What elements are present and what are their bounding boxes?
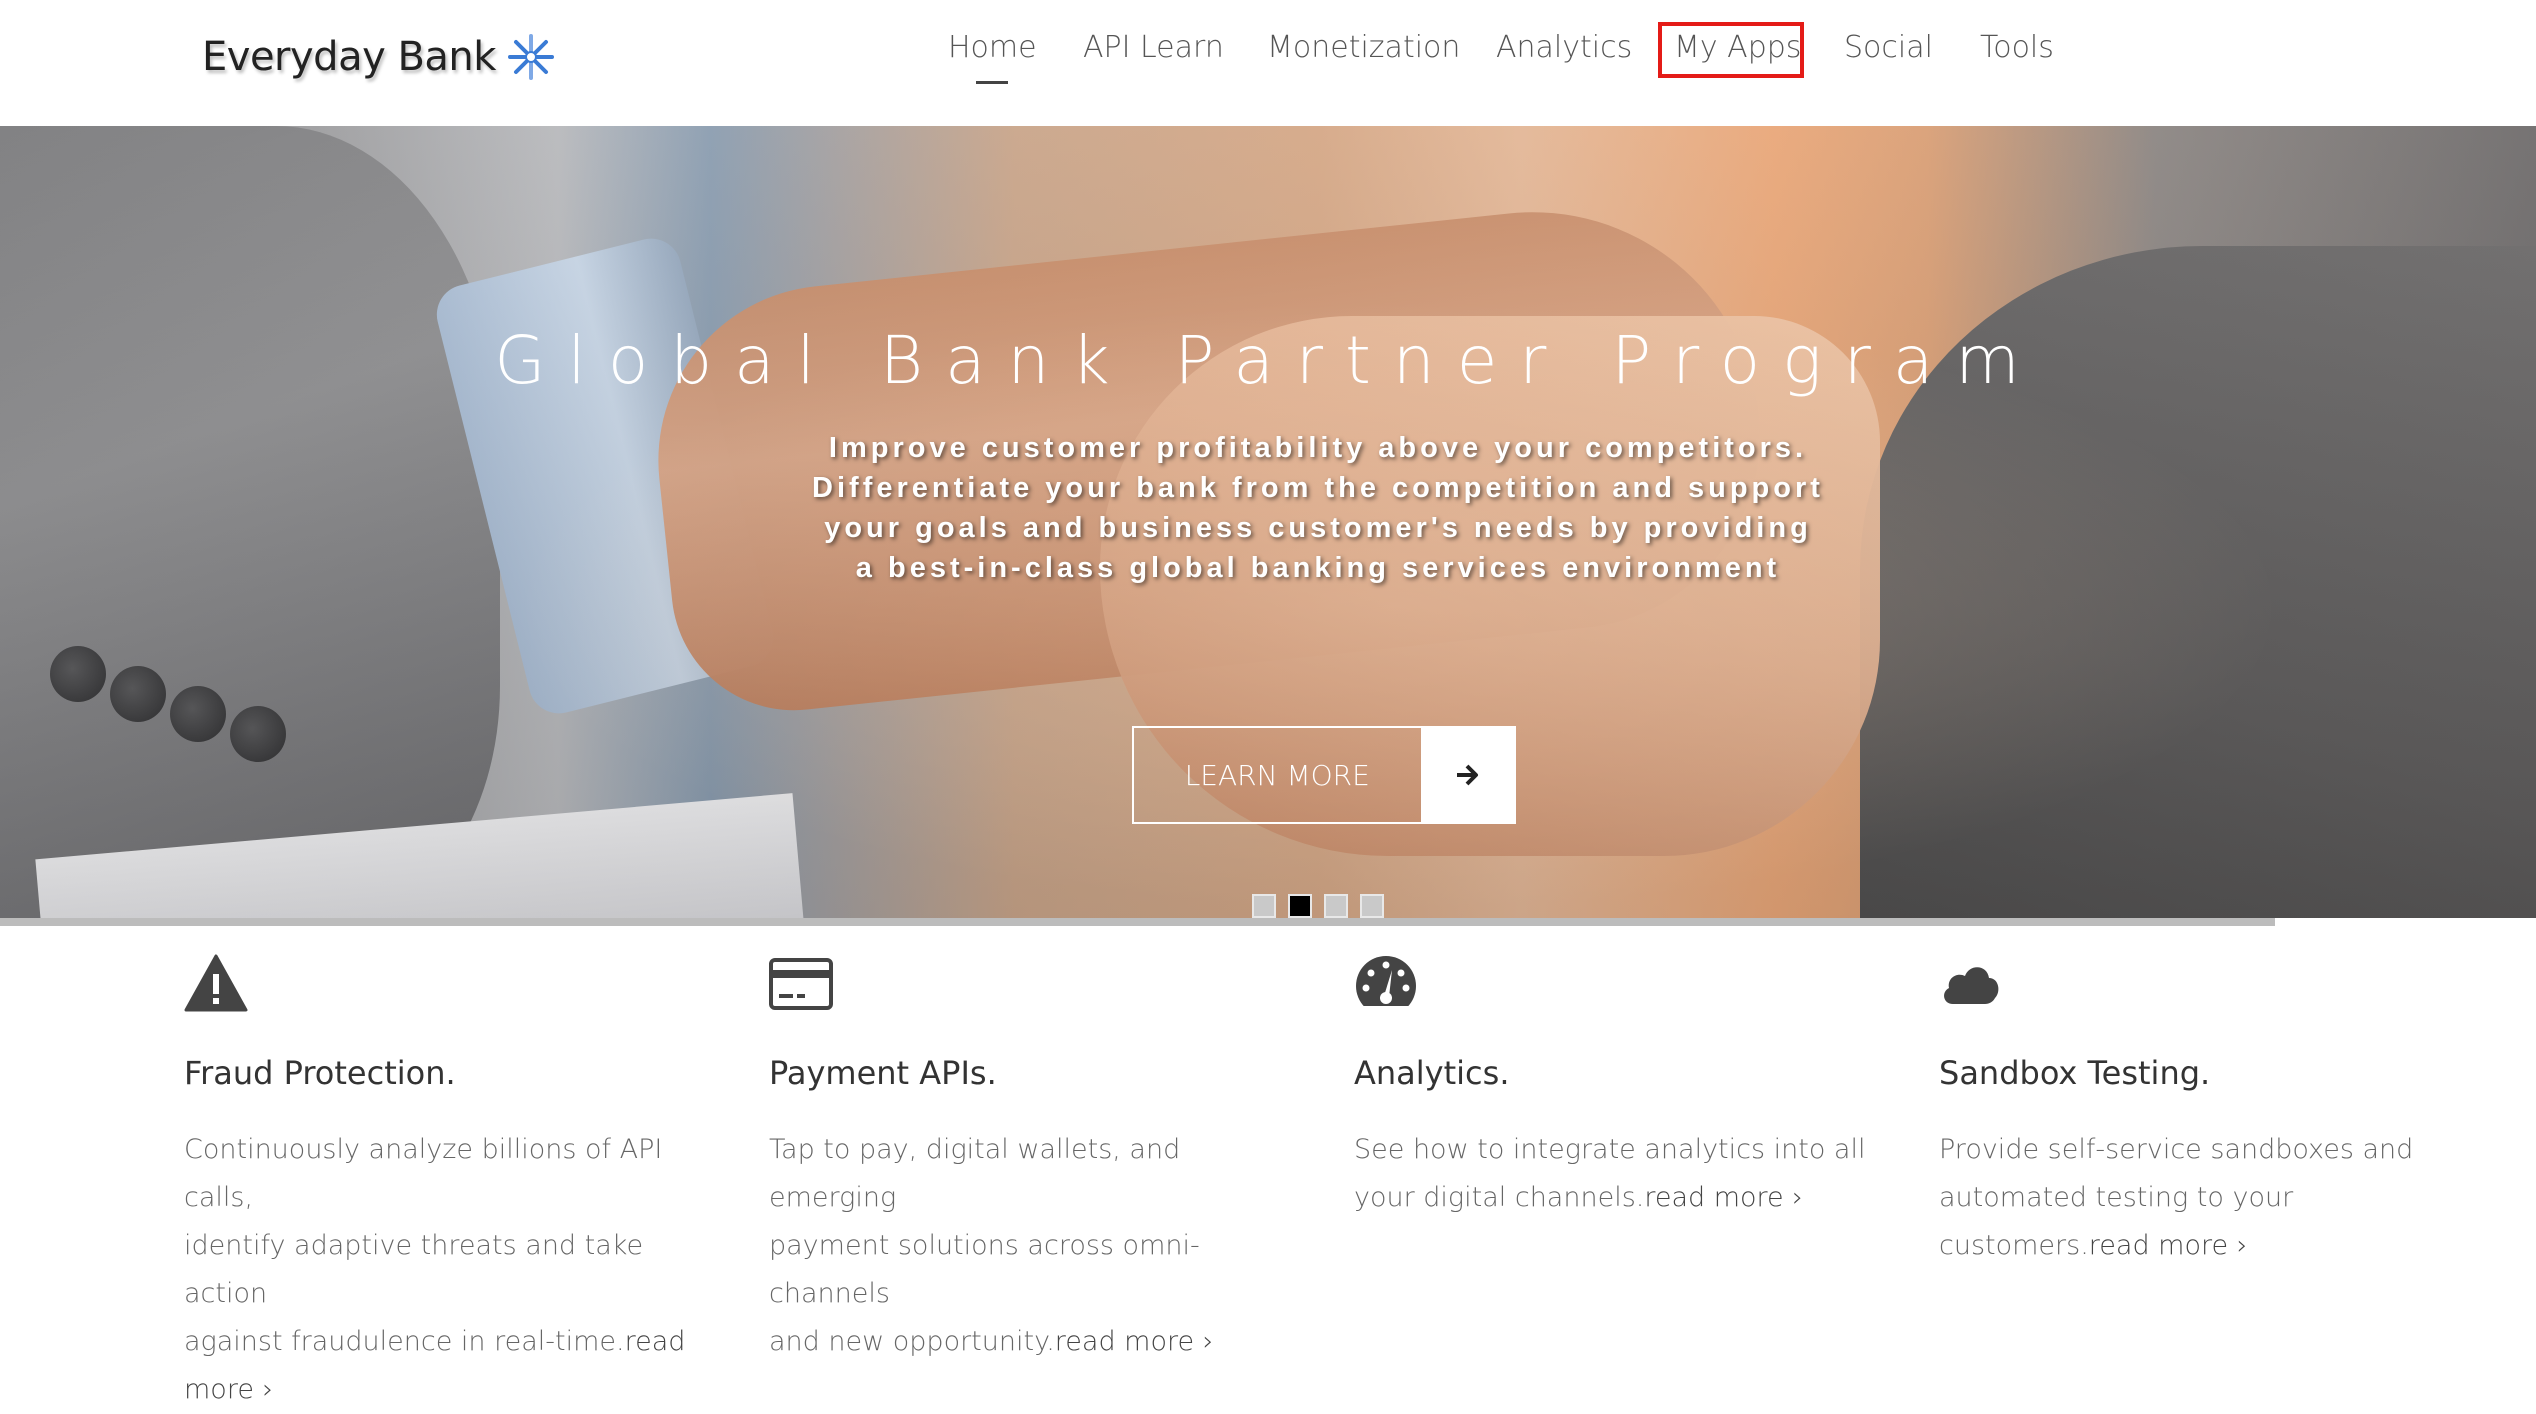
carousel-dot-2[interactable]	[1288, 894, 1312, 918]
carousel-progress-fill	[0, 918, 2275, 926]
learn-more-button[interactable]: LEARN MORE	[1132, 726, 1516, 824]
nav-item-analytics[interactable]: Analytics	[1484, 22, 1644, 78]
feature-title: Sandbox Testing.	[1939, 1054, 2211, 1092]
hero-carousel: Global Bank Partner Program Improve cust…	[0, 126, 2536, 926]
nav-item-tools[interactable]: Tools	[1968, 22, 2066, 78]
read-more-link[interactable]: read more ›	[1055, 1326, 1214, 1357]
feature-description-line: payment solutions across omni-channels	[769, 1230, 1200, 1309]
hero-title: Global Bank Partner Program	[494, 322, 2042, 399]
feature-description-line: identify adaptive threats and take actio…	[184, 1230, 644, 1309]
features-section: Fraud Protection. Continuously analyze b…	[0, 926, 2536, 1405]
feature-description-line: against fraudulence in real-time.	[184, 1326, 625, 1357]
feature-description: See how to integrate analytics into all …	[1354, 1126, 1874, 1222]
feature-description-line: Tap to pay, digital wallets, and emergin…	[769, 1134, 1181, 1213]
carousel-indicators	[1252, 894, 1384, 918]
hero-description-line: Improve customer profitability above you…	[828, 432, 1808, 464]
star-burst-icon	[507, 34, 554, 80]
carousel-dot-3[interactable]	[1324, 894, 1348, 918]
feature-description: Continuously analyze billions of API cal…	[184, 1126, 704, 1414]
cloud-icon	[1944, 967, 1999, 1004]
speedometer-icon	[1354, 956, 1418, 1016]
hero-description-line: Differentiate your bank from the competi…	[812, 472, 1824, 504]
feature-title: Payment APIs.	[769, 1054, 997, 1092]
brand-name: Everyday Bank	[202, 34, 496, 80]
carousel-dot-4[interactable]	[1360, 894, 1384, 918]
carousel-progress-track	[0, 918, 2536, 926]
arrow-right-icon	[1420, 726, 1516, 824]
nav-item-monetization[interactable]: Monetization	[1255, 22, 1472, 78]
feature-description-line: your digital channels.	[1354, 1182, 1645, 1213]
nav-item-home[interactable]: Home	[936, 22, 1049, 84]
feature-description: Tap to pay, digital wallets, and emergin…	[769, 1126, 1289, 1366]
warning-triangle-icon	[184, 954, 248, 1012]
feature-title: Fraud Protection.	[184, 1054, 456, 1092]
brand-logo-link[interactable]: Everyday Bank	[202, 22, 558, 92]
carousel-dot-1[interactable]	[1252, 894, 1276, 918]
hero-description-line: your goals and business customer's needs…	[824, 512, 1812, 544]
nav-item-api-learn[interactable]: API Learn	[1071, 22, 1236, 78]
read-more-link[interactable]: read more ›	[2089, 1230, 2248, 1261]
site-header: Everyday Bank Home API Learn Monetizatio…	[0, 0, 2536, 126]
feature-description: Provide self-service sandboxes and autom…	[1939, 1126, 2459, 1270]
hero-description-line: a best-in-class global banking services …	[855, 552, 1781, 584]
hero-description: Improve customer profitability above you…	[768, 428, 1868, 588]
feature-title: Analytics.	[1354, 1054, 1510, 1092]
read-more-link[interactable]: read more ›	[1644, 1182, 1803, 1213]
feature-description-line: See how to integrate analytics into all	[1354, 1134, 1866, 1165]
feature-description-line: and new opportunity.	[769, 1326, 1055, 1357]
feature-description-line: Provide self-service sandboxes and	[1939, 1134, 2414, 1165]
feature-description-line: Continuously analyze billions of API cal…	[184, 1134, 663, 1213]
credit-card-icon	[769, 958, 833, 1010]
nav-item-social[interactable]: Social	[1832, 22, 1945, 78]
learn-more-label: LEARN MORE	[1132, 726, 1421, 824]
nav-item-my-apps[interactable]: My Apps	[1658, 22, 1804, 78]
